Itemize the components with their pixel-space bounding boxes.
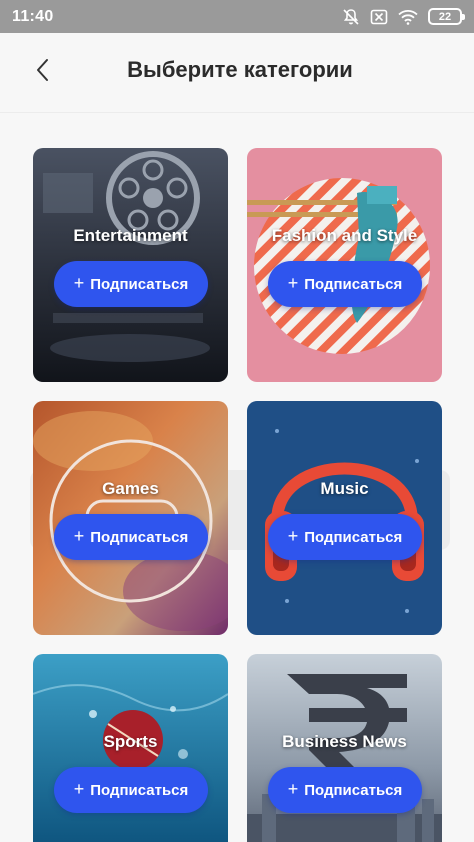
status-icons: 22 xyxy=(342,8,465,26)
category-card-fashion-and-style[interactable]: Fashion and Style + Подписаться xyxy=(247,148,442,382)
plus-icon: + xyxy=(287,526,299,546)
subscribe-button[interactable]: + Подписаться xyxy=(54,767,208,813)
subscribe-label: Подписаться xyxy=(304,275,403,293)
category-title: Sports xyxy=(103,732,158,751)
subscribe-label: Подписаться xyxy=(90,275,189,293)
category-card-games[interactable]: Games + Подписаться xyxy=(33,401,228,635)
subscribe-label: Подписаться xyxy=(90,528,189,546)
subscribe-label: Подписаться xyxy=(304,781,403,799)
category-card-sports[interactable]: Sports + Подписаться xyxy=(33,654,228,842)
subscribe-button[interactable]: + Подписаться xyxy=(268,767,422,813)
subscribe-label: Подписаться xyxy=(90,781,189,799)
notifications-muted-icon xyxy=(342,8,360,26)
category-title: Music xyxy=(320,479,369,498)
plus-icon: + xyxy=(287,779,299,799)
page-title: Выберите категории xyxy=(127,57,353,82)
plus-icon: + xyxy=(73,526,85,546)
sim-disabled-icon xyxy=(370,9,388,25)
category-card-business-news[interactable]: Business News + Подписаться xyxy=(247,654,442,842)
subscribe-button[interactable]: + Подписаться xyxy=(54,261,208,307)
category-title: Games xyxy=(102,479,159,498)
header: Выберите категории xyxy=(0,33,474,113)
category-title: Fashion and Style xyxy=(271,226,418,245)
category-title: Business News xyxy=(282,732,407,751)
plus-icon: + xyxy=(73,779,85,799)
status-bar: 11:40 22 xyxy=(0,0,474,33)
category-card-entertainment[interactable]: Entertainment + Подписаться xyxy=(33,148,228,382)
plus-icon: + xyxy=(287,273,299,293)
subscribe-button[interactable]: + Подписаться xyxy=(54,514,208,560)
subscribe-label: Подписаться xyxy=(304,528,403,546)
plus-icon: + xyxy=(73,273,85,293)
subscribe-button[interactable]: + Подписаться xyxy=(268,261,422,307)
status-time: 11:40 xyxy=(12,7,54,25)
category-title: Entertainment xyxy=(73,226,188,245)
subscribe-button[interactable]: + Подписаться xyxy=(268,514,422,560)
wifi-icon xyxy=(398,9,418,25)
category-card-music[interactable]: Music + Подписаться xyxy=(247,401,442,635)
battery-icon: 22 xyxy=(428,8,465,25)
